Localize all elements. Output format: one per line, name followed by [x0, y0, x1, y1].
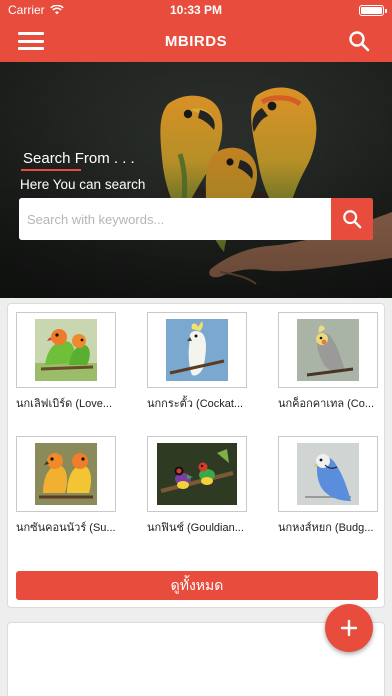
status-bar: Carrier 10:33 PM [0, 0, 392, 20]
hero-banner: Search From . . . Here You can search [0, 62, 392, 298]
view-all-button[interactable]: ดูทั้งหมด [16, 571, 378, 600]
bird-thumbnail [278, 436, 378, 512]
bird-thumbnail [147, 436, 247, 512]
search-icon [343, 210, 362, 229]
search-submit-button[interactable] [331, 198, 373, 240]
bird-label: นกค็อกคาเทล (Co... [278, 398, 375, 410]
bird-thumbnail [147, 312, 247, 388]
add-button[interactable] [325, 604, 373, 652]
wifi-icon [49, 5, 64, 15]
bird-thumbnail [16, 436, 116, 512]
birds-card: นกเลิฟเบิร์ด (Love... นกกระตั้ว (Cockat.… [7, 303, 385, 608]
bird-label: นกหงส์หยก (Budg... [278, 522, 374, 534]
bird-item-cockatoo[interactable]: นกกระตั้ว (Cockat... [147, 312, 247, 412]
bird-label: นกฟินช์ (Gouldian... [147, 522, 244, 534]
hamburger-icon [18, 32, 44, 35]
bird-label: นกเลิฟเบิร์ด (Love... [16, 398, 113, 410]
app-title: MBIRDS [164, 32, 228, 50]
bird-label: นกซันคอนนัวร์ (Su... [16, 522, 116, 534]
bird-item-cockatiel[interactable]: นกค็อกคาเทล (Co... [278, 312, 378, 412]
bird-label: นกกระตั้ว (Cockat... [147, 398, 244, 410]
bird-item-sun-conure[interactable]: นกซันคอนนัวร์ (Su... [16, 436, 116, 536]
search-input[interactable] [19, 198, 331, 240]
bird-item-gouldian-finch[interactable]: นกฟินช์ (Gouldian... [147, 436, 247, 536]
bird-item-budgerigar[interactable]: นกหงส์หยก (Budg... [278, 436, 378, 536]
bird-item-lovebird[interactable]: นกเลิฟเบิร์ด (Love... [16, 312, 116, 412]
hero-title-underline [21, 169, 81, 171]
battery-icon [359, 4, 387, 16]
search-icon[interactable] [348, 30, 370, 52]
carrier-label: Carrier [8, 3, 45, 17]
menu-button[interactable] [18, 30, 44, 52]
bird-thumbnail [278, 312, 378, 388]
nav-bar: MBIRDS [0, 20, 392, 62]
status-left: Carrier [8, 3, 64, 17]
search-bar [19, 198, 373, 240]
plus-icon [340, 619, 358, 637]
hero-title: Search From . . . [23, 150, 135, 167]
bird-thumbnail [16, 312, 116, 388]
hero-subtitle: Here You can search [20, 177, 146, 192]
